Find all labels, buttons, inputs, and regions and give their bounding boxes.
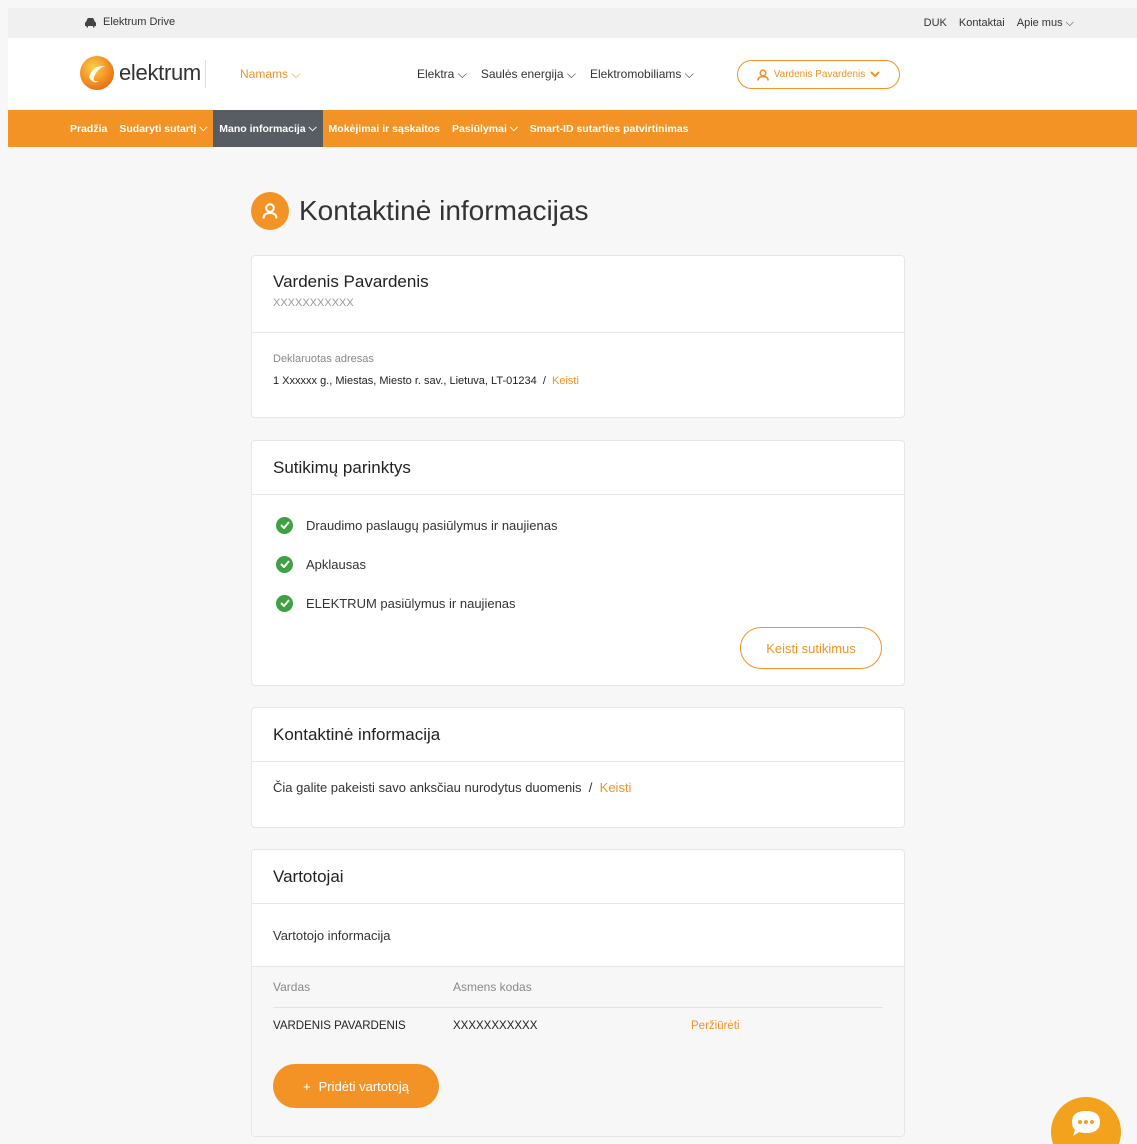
contact-title: Kontaktinė informacija [252,708,904,762]
consent-item: Draudimo paslaugų pasiūlymus ir naujiena… [276,515,904,535]
change-address-link[interactable]: Keisti [552,375,579,387]
nav-item-elektra[interactable]: Elektra ⌵ [417,67,467,82]
users-table: Vardas Asmens kodas VARDENIS PAVARDENIS … [252,967,904,1136]
elektrum-drive-link[interactable]: Elektrum Drive [84,16,175,28]
user-code-cell: XXXXXXXXXXX [453,1020,538,1032]
consent-label: ELEKTRUM pasiūlymus ir naujienas [306,595,516,611]
add-user-label: Pridėti vartotoją [318,1078,409,1094]
consent-label: Draudimo paslaugų pasiūlymus ir naujiena… [306,517,558,533]
contact-text: Čia galite pakeisti savo anksčiau nurody… [273,780,582,795]
column-name: Vardas [273,980,311,994]
user-name: Vardenis Pavardenis [773,69,866,80]
contact-description: Čia galite pakeisti savo anksčiau nurody… [273,780,883,795]
page-header: Kontaktinė informacijas [251,192,588,230]
chat-button[interactable] [1051,1097,1121,1144]
subnav-label: Mano informacija [219,122,306,135]
chevron-down-icon: ⌵ [1065,17,1074,29]
nav-item-ev[interactable]: Elektromobiliams ⌵ [590,67,694,82]
logo[interactable]: elektrum [79,55,201,91]
page-title: Kontaktinė informacijas [299,195,589,226]
chevron-down-icon: ⌵ [308,122,317,134]
logo-wordmark: elektrum [119,60,201,85]
chevron-down-icon [870,71,880,78]
table-row: VARDENIS PAVARDENIS XXXXXXXXXXX Peržiūrė… [273,1008,883,1044]
table-header: Vardas Asmens kodas [273,967,883,1008]
users-title: Vartotojai [252,850,904,904]
plus-icon: + [303,1078,311,1094]
address-separator: / [542,375,546,387]
chat-icon [1072,1111,1100,1136]
sub-nav: Pradžia Sudaryti sutartį ⌵ Mano informac… [8,110,1137,147]
subnav-payments[interactable]: Mokėjimai ir sąskaitos [323,110,446,147]
chevron-down-icon: ⌵ [566,67,576,81]
profile-id: XXXXXXXXXXX [273,297,354,309]
subnav-my-info[interactable]: Mano informacija ⌵ [213,110,323,147]
column-code: Asmens kodas [453,980,532,994]
consent-item: ELEKTRUM pasiūlymus ir naujienas [276,593,904,613]
subnav-label: Sudaryti sutartį [119,122,197,135]
profile-name: Vardenis Pavardenis [273,272,429,291]
segment-selector[interactable]: Namams ⌵ [240,67,300,82]
check-icon [276,594,293,612]
contact-separator: / [588,780,593,795]
user-name-cell: VARDENIS PAVARDENIS [273,1020,406,1032]
consent-label: Apklausas [306,556,366,572]
subnav-smart-id[interactable]: Smart-ID sutarties patvirtinimas [524,110,695,147]
elektrum-logo-icon [80,56,114,90]
users-subtitle: Vartotojo informacija [252,904,904,967]
chevron-down-icon: ⌵ [199,122,208,134]
main-nav: elektrum Namams ⌵ Elektra ⌵ Saulės energ… [8,38,1137,110]
faq-link[interactable]: DUK [924,17,947,30]
car-icon [85,17,96,27]
add-user-button[interactable]: + Pridėti vartotoją [273,1064,439,1108]
consents-card: Sutikimų parinktys Draudimo paslaugų pas… [251,440,905,686]
view-user-link[interactable]: Peržiūrėti [691,1020,740,1032]
subnav-home[interactable]: Pradžia [8,110,113,147]
nav-divider [205,60,206,88]
check-icon [276,516,293,534]
subnav-contract[interactable]: Sudaryti sutartį ⌵ [113,110,213,147]
nav-label: Saulės energija [480,67,564,81]
user-menu-button[interactable]: Vardenis Pavardenis [737,60,900,89]
subnav-offers[interactable]: Pasiūlymai ⌵ [446,110,524,147]
segment-label: Namams [240,67,289,81]
about-label: Apie mus [1016,17,1063,29]
chevron-down-icon: ⌵ [509,122,518,134]
consents-title: Sutikimų parinktys [252,441,904,495]
chevron-down-icon: ⌵ [684,67,694,81]
subnav-label: Pasiūlymai [452,122,507,135]
contact-card: Kontaktinė informacija Čia galite pakeis… [251,707,905,828]
consent-item: Apklausas [276,554,904,574]
check-icon [276,555,293,573]
profile-card: Vardenis Pavardenis XXXXXXXXXXX Deklaruo… [251,255,905,418]
drive-label: Elektrum Drive [103,16,176,28]
nav-label: Elektromobiliams [590,67,682,81]
address-value: 1 Xxxxxx g., Miestas, Miesto r. sav., Li… [273,375,537,387]
change-contact-link[interactable]: Keisti [600,780,632,795]
address-label: Deklaruotas adresas [273,353,374,365]
about-link[interactable]: Apie mus ⌵ [1017,17,1074,30]
address-line: 1 Xxxxxx g., Miestas, Miesto r. sav., Li… [273,375,883,387]
users-card: Vartotojai Vartotojo informacija Vardas … [251,849,905,1137]
chevron-down-icon: ⌵ [457,67,467,81]
contacts-link[interactable]: Kontaktai [959,17,1005,30]
user-icon [756,68,769,81]
change-consents-button[interactable]: Keisti sutikimus [740,627,882,669]
chevron-down-icon: ⌵ [291,67,301,81]
user-circle-icon [251,192,289,230]
utility-bar: Elektrum Drive DUK Kontaktai Apie mus ⌵ [8,8,1137,38]
nav-item-solar[interactable]: Saulės energija ⌵ [481,67,576,82]
nav-label: Elektra [417,67,455,81]
